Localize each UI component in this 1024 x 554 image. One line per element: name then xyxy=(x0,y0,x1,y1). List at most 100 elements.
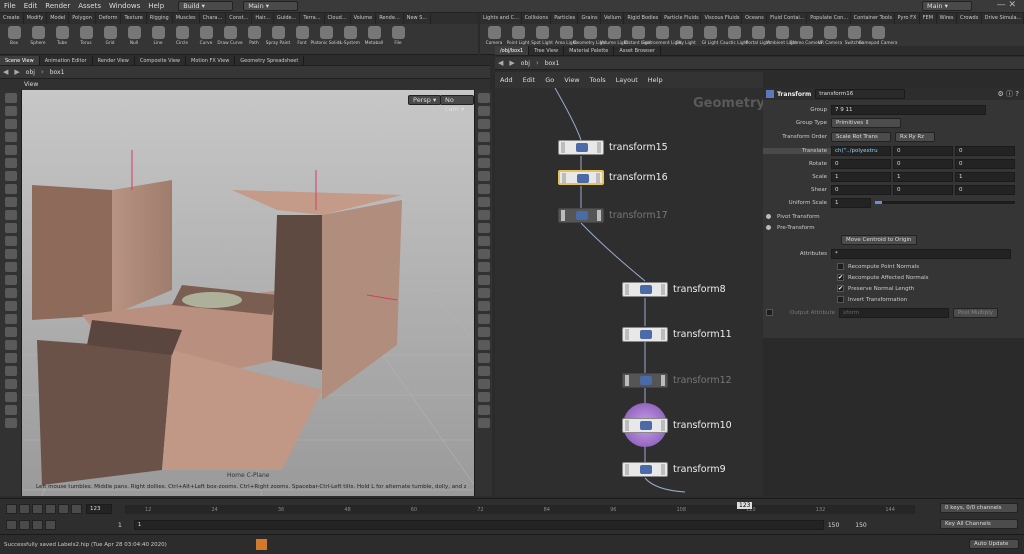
auto-update-menu[interactable]: Auto Update xyxy=(969,539,1019,549)
shear-x[interactable]: 0 xyxy=(831,184,891,195)
shelf-tab-drive-simula[interactable]: Drive Simula... xyxy=(982,13,1024,24)
viewport-tool-icon[interactable] xyxy=(4,288,17,298)
viewport-tool-icon[interactable] xyxy=(477,392,490,402)
uniform-scale-slider[interactable] xyxy=(875,201,1015,204)
pane-tab-asset-browser[interactable]: Asset Browser xyxy=(614,46,661,55)
range-start[interactable]: 1 xyxy=(118,522,122,529)
jump-end-icon[interactable] xyxy=(71,504,82,514)
node-transform11[interactable]: transform11 xyxy=(622,327,732,342)
viewport-tool-icon[interactable] xyxy=(477,184,490,194)
output-attr-checkbox[interactable] xyxy=(766,309,773,316)
translate-y[interactable]: 0 xyxy=(893,145,953,156)
shelf-tab-collisions[interactable]: Collisions xyxy=(522,13,552,24)
tool-tube[interactable]: Tube xyxy=(50,24,74,46)
shelf-tab-rende[interactable]: Rende... xyxy=(376,13,404,24)
shelf-tab-new-s[interactable]: New S... xyxy=(404,13,432,24)
viewport-tool-icon[interactable] xyxy=(4,275,17,285)
network-menu-edit[interactable]: Edit xyxy=(518,76,541,84)
rotate-y[interactable]: 0 xyxy=(893,158,953,169)
menu-assets[interactable]: Assets xyxy=(74,0,105,13)
viewport-tool-icon[interactable] xyxy=(4,132,17,142)
tool-caustic-light[interactable]: Caustic Light xyxy=(720,24,748,46)
tool-torus[interactable]: Torus xyxy=(74,24,98,46)
shelf-tab-terra[interactable]: Terra... xyxy=(300,13,325,24)
node-transform12[interactable]: transform12 xyxy=(622,373,732,388)
shelf-tab-crowds[interactable]: Crowds xyxy=(957,13,982,24)
pane-tab-material-palette[interactable]: Material Palette xyxy=(564,46,615,55)
viewport-tool-icon[interactable] xyxy=(477,340,490,350)
tool-platonic-solids[interactable]: Platonic Solids xyxy=(310,24,342,46)
tool-draw-curve[interactable]: Draw Curve xyxy=(217,24,243,46)
step-forward-icon[interactable] xyxy=(58,504,69,514)
pane-tab-obj-box1[interactable]: /obj/box1 xyxy=(495,46,530,55)
stop-icon[interactable] xyxy=(32,504,43,514)
shelf-tab-viscous-fluids[interactable]: Viscous Fluids xyxy=(701,13,743,24)
recompute-point-normals-checkbox[interactable] xyxy=(837,263,844,270)
menu-file[interactable]: File xyxy=(0,0,20,13)
menu-windows[interactable]: Windows xyxy=(105,0,144,13)
move-centroid-button[interactable]: Move Centroid to Origin xyxy=(841,234,917,245)
shelf-tab-hair[interactable]: Hair... xyxy=(252,13,274,24)
tool-null[interactable]: Null xyxy=(122,24,146,46)
viewport-tool-icon[interactable] xyxy=(4,106,17,116)
shelf-tab-populate-con[interactable]: Populate Con... xyxy=(807,13,851,24)
viewport-tool-icon[interactable] xyxy=(477,353,490,363)
shelf-tab-oceans[interactable]: Oceans xyxy=(742,13,768,24)
rotate-x[interactable]: 0 xyxy=(831,158,891,169)
viewport-tool-icon[interactable] xyxy=(477,145,490,155)
viewport-tool-icon[interactable] xyxy=(4,119,17,129)
viewport-tool-icon[interactable] xyxy=(4,392,17,402)
viewport-tool-icon[interactable] xyxy=(477,379,490,389)
xform-order-menu[interactable]: Scale Rot Trans xyxy=(831,131,891,142)
viewport-tool-icon[interactable] xyxy=(477,405,490,415)
viewport-tool-icon[interactable] xyxy=(4,405,17,415)
menu-help[interactable]: Help xyxy=(144,0,168,13)
pivot-expand-icon[interactable] xyxy=(766,214,771,219)
viewport-tool-icon[interactable] xyxy=(477,301,490,311)
viewport-tool-icon[interactable] xyxy=(477,288,490,298)
path-obj[interactable]: obj xyxy=(23,69,38,76)
network-menu-go[interactable]: Go xyxy=(540,76,559,84)
attributes-field[interactable]: * xyxy=(831,248,1011,259)
rotate-z[interactable]: 0 xyxy=(955,158,1015,169)
recompute-affected-normals-checkbox[interactable]: ✔ xyxy=(837,274,844,281)
key-all-channels-menu[interactable]: Key All Channels xyxy=(940,519,1018,529)
path-node[interactable]: box1 xyxy=(47,69,68,76)
tool-grid[interactable]: Grid xyxy=(98,24,122,46)
pane-tab-animation-editor[interactable]: Animation Editor xyxy=(40,56,93,65)
shelf-tab-texture[interactable]: Texture xyxy=(121,13,147,24)
tool-sky-light[interactable]: Sky Light xyxy=(674,24,698,46)
output-mult-menu[interactable]: Post Multiply xyxy=(953,307,998,318)
viewport-tool-icon[interactable] xyxy=(4,223,17,233)
viewport-tool-icon[interactable] xyxy=(477,223,490,233)
menu-edit[interactable]: Edit xyxy=(20,0,42,13)
scale-x[interactable]: 1 xyxy=(831,171,891,182)
loop-icon[interactable] xyxy=(6,520,17,530)
viewport-tool-icon[interactable] xyxy=(4,366,17,376)
viewport-tool-icon[interactable] xyxy=(4,327,17,337)
shelf-tab-polygon[interactable]: Polygon xyxy=(69,13,96,24)
viewport-tool-icon[interactable] xyxy=(4,314,17,324)
shelf-tab-fem[interactable]: FEM xyxy=(920,13,937,24)
pane-tab-render-view[interactable]: Render View xyxy=(93,56,135,65)
jump-start-icon[interactable] xyxy=(6,504,17,514)
shelf-tab-lights-and-c[interactable]: Lights and C... xyxy=(480,13,522,24)
range-end-field[interactable]: 150 xyxy=(855,522,866,529)
tool-environment-light[interactable]: Environment Light xyxy=(642,24,682,46)
shelf-tab-fluid-contai[interactable]: Fluid Contai... xyxy=(767,13,808,24)
viewport-tool-icon[interactable] xyxy=(4,184,17,194)
viewport-tool-icon[interactable] xyxy=(477,197,490,207)
node-transform10[interactable]: transform10 xyxy=(622,418,732,433)
translate-z[interactable]: 0 xyxy=(955,145,1015,156)
scale-z[interactable]: 1 xyxy=(955,171,1015,182)
tool-spot-light[interactable]: Spot Light xyxy=(530,24,554,46)
shelf-tab-pyro-fx[interactable]: Pyro FX xyxy=(895,13,920,24)
audio-icon[interactable] xyxy=(32,520,43,530)
desktop-dropdown[interactable]: Main ▾ xyxy=(243,1,299,11)
tool-metaball[interactable]: Metaball xyxy=(362,24,386,46)
check-row-1[interactable]: ✔ Recompute Affected Normals xyxy=(763,272,1024,283)
viewport-tool-icon[interactable] xyxy=(4,197,17,207)
viewport-tool-icon[interactable] xyxy=(4,158,17,168)
cam-menu[interactable]: No cam ▾ xyxy=(440,95,474,113)
current-frame-field[interactable]: 123 xyxy=(86,504,112,514)
